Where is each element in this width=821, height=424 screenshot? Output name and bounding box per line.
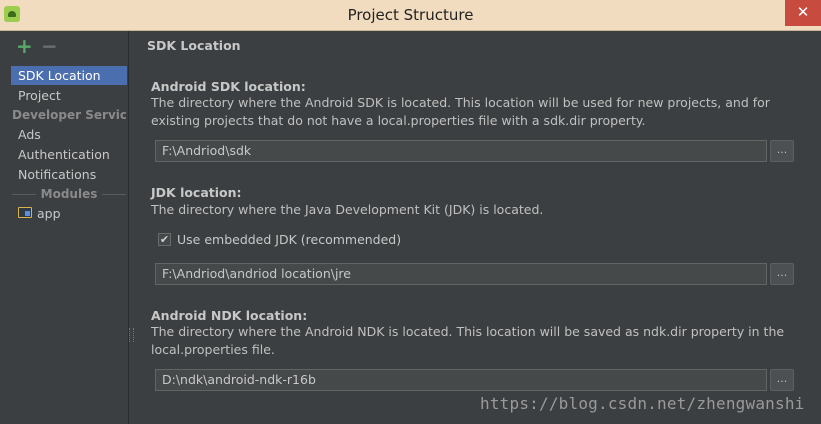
android-ndk-label: Android NDK location:	[151, 308, 308, 323]
jdk-browse-button[interactable]: ...	[770, 263, 794, 285]
sidebar-item-notifications[interactable]: Notifications	[11, 165, 127, 184]
divider-line	[12, 194, 36, 195]
modules-label: Modules	[40, 187, 98, 201]
main-panel: SDK Location Android SDK location: The d…	[130, 31, 821, 424]
android-ndk-description: The directory where the Android NDK is l…	[151, 324, 785, 357]
jdk-path-field[interactable]: F:\Andriod\andriod location\jre	[155, 263, 767, 285]
jdk-label: JDK location:	[151, 185, 242, 200]
sidebar-item-sdk-location[interactable]: SDK Location	[11, 66, 127, 85]
use-embedded-jdk-checkbox[interactable]: ✔	[158, 233, 171, 246]
sidebar-item-label: app	[37, 206, 61, 221]
android-ndk-path-field[interactable]: D:\ndk\android-ndk-r16b	[155, 369, 767, 391]
sidebar-group-modules: Modules	[12, 185, 126, 203]
jdk-description: The directory where the Java Development…	[151, 202, 544, 217]
section-title: SDK Location	[147, 38, 241, 53]
window-title: Project Structure	[347, 6, 474, 24]
android-sdk-description: The directory where the Android SDK is l…	[151, 95, 770, 128]
android-sdk-label: Android SDK location:	[151, 79, 306, 94]
sidebar-group-developer-services: Developer Servic...	[12, 108, 126, 122]
use-embedded-jdk-label[interactable]: Use embedded JDK (recommended)	[177, 232, 401, 247]
module-folder-icon	[18, 207, 32, 218]
watermark: https://blog.csdn.net/zhengwanshi	[480, 394, 805, 413]
divider-line	[102, 194, 126, 195]
close-button[interactable]: ✕	[785, 0, 821, 26]
title-bar: Project Structure ✕	[0, 0, 821, 31]
sidebar: + − SDK Location Project Developer Servi…	[0, 31, 129, 424]
sidebar-item-app[interactable]: app	[11, 204, 127, 223]
sidebar-item-project[interactable]: Project	[11, 86, 127, 105]
remove-icon[interactable]: −	[41, 36, 58, 56]
android-ndk-browse-button[interactable]: ...	[770, 369, 794, 391]
android-sdk-browse-button[interactable]: ...	[770, 140, 794, 162]
add-icon[interactable]: +	[16, 36, 33, 56]
sidebar-item-ads[interactable]: Ads	[11, 125, 127, 144]
sidebar-item-authentication[interactable]: Authentication	[11, 145, 127, 164]
android-sdk-path-field[interactable]: F:\Andriod\sdk	[155, 140, 767, 162]
